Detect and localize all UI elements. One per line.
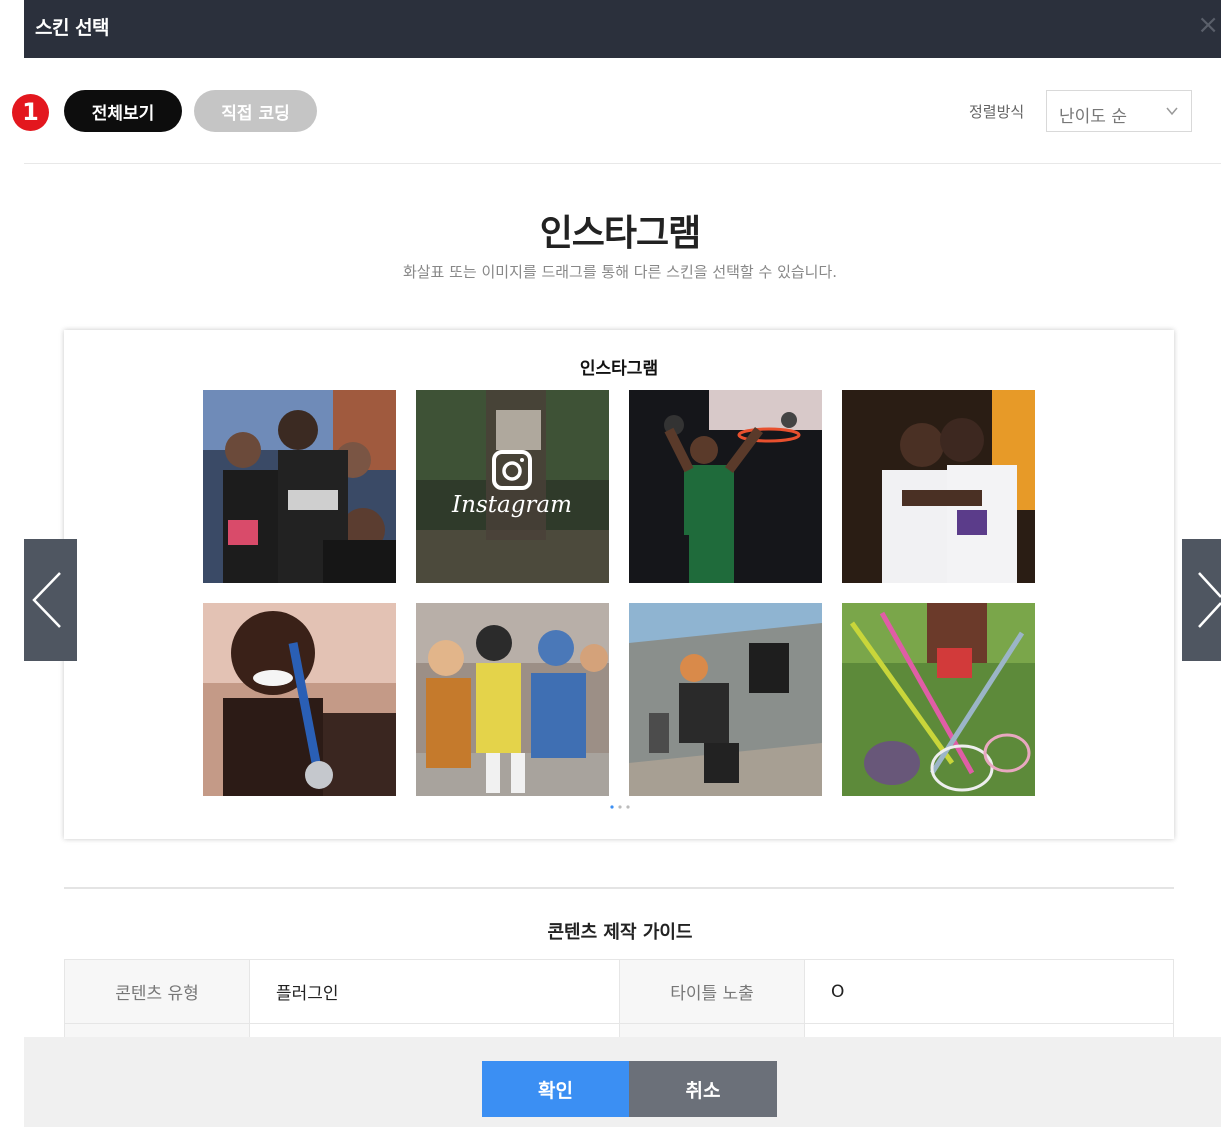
cancel-button[interactable]: 취소 bbox=[629, 1061, 777, 1117]
step-number-badge: 1 bbox=[12, 94, 49, 131]
content-type-label: 콘텐츠 유형 bbox=[64, 959, 250, 1024]
next-skin-button[interactable] bbox=[1182, 539, 1221, 661]
confirm-button[interactable]: 확인 bbox=[482, 1061, 629, 1117]
skin-description: 화살표 또는 이미지를 드래그를 통해 다른 스킨을 선택할 수 있습니다. bbox=[402, 263, 838, 281]
prev-skin-button[interactable] bbox=[24, 539, 77, 661]
sort-select[interactable]: 난이도 순 bbox=[1046, 90, 1192, 132]
chevron-right-icon bbox=[1198, 572, 1221, 628]
chevron-down-icon bbox=[1166, 107, 1178, 116]
photo-instagram-logo: Instagram bbox=[416, 390, 609, 583]
photo-breakdancer bbox=[629, 603, 822, 796]
photo-athlete-medal bbox=[203, 603, 396, 796]
photo-basketball-dunk bbox=[629, 390, 822, 583]
photo-friends-skateboard bbox=[416, 603, 609, 796]
title-exposure-label: 타이틀 노출 bbox=[619, 959, 805, 1024]
header-divider bbox=[24, 163, 1221, 164]
chevron-left-icon bbox=[32, 572, 61, 628]
dialog-titlebar: 스킨 선택 × bbox=[24, 0, 1221, 58]
photo-basketball-hug bbox=[842, 390, 1035, 583]
carousel-dots bbox=[610, 805, 630, 809]
title-exposure-value: O bbox=[804, 959, 1174, 1024]
content-type-value: 플러그인 bbox=[249, 959, 620, 1024]
photo-runners-group bbox=[203, 390, 396, 583]
view-all-button[interactable]: 전체보기 bbox=[64, 90, 182, 132]
photo-lacrosse-sticks bbox=[842, 603, 1035, 796]
svg-text:Instagram: Instagram bbox=[451, 492, 572, 518]
skin-preview-card[interactable]: 인스타그램 Instagram bbox=[64, 330, 1174, 839]
skin-title: 인스타그램 bbox=[539, 213, 702, 254]
direct-coding-button[interactable]: 직접 코딩 bbox=[194, 90, 317, 132]
dialog-title: 스킨 선택 bbox=[35, 17, 110, 39]
table-row: 콘텐츠 유형 플러그인 타이틀 노출 O bbox=[64, 959, 1174, 1024]
sort-selected-value: 난이도 순 bbox=[1059, 107, 1127, 127]
content-guide-title: 콘텐츠 제작 가이드 bbox=[547, 922, 693, 943]
sort-label: 정렬방식 bbox=[969, 103, 1025, 121]
close-icon[interactable]: × bbox=[1197, 12, 1219, 38]
preview-title: 인스타그램 bbox=[579, 359, 659, 379]
section-divider bbox=[64, 887, 1174, 889]
